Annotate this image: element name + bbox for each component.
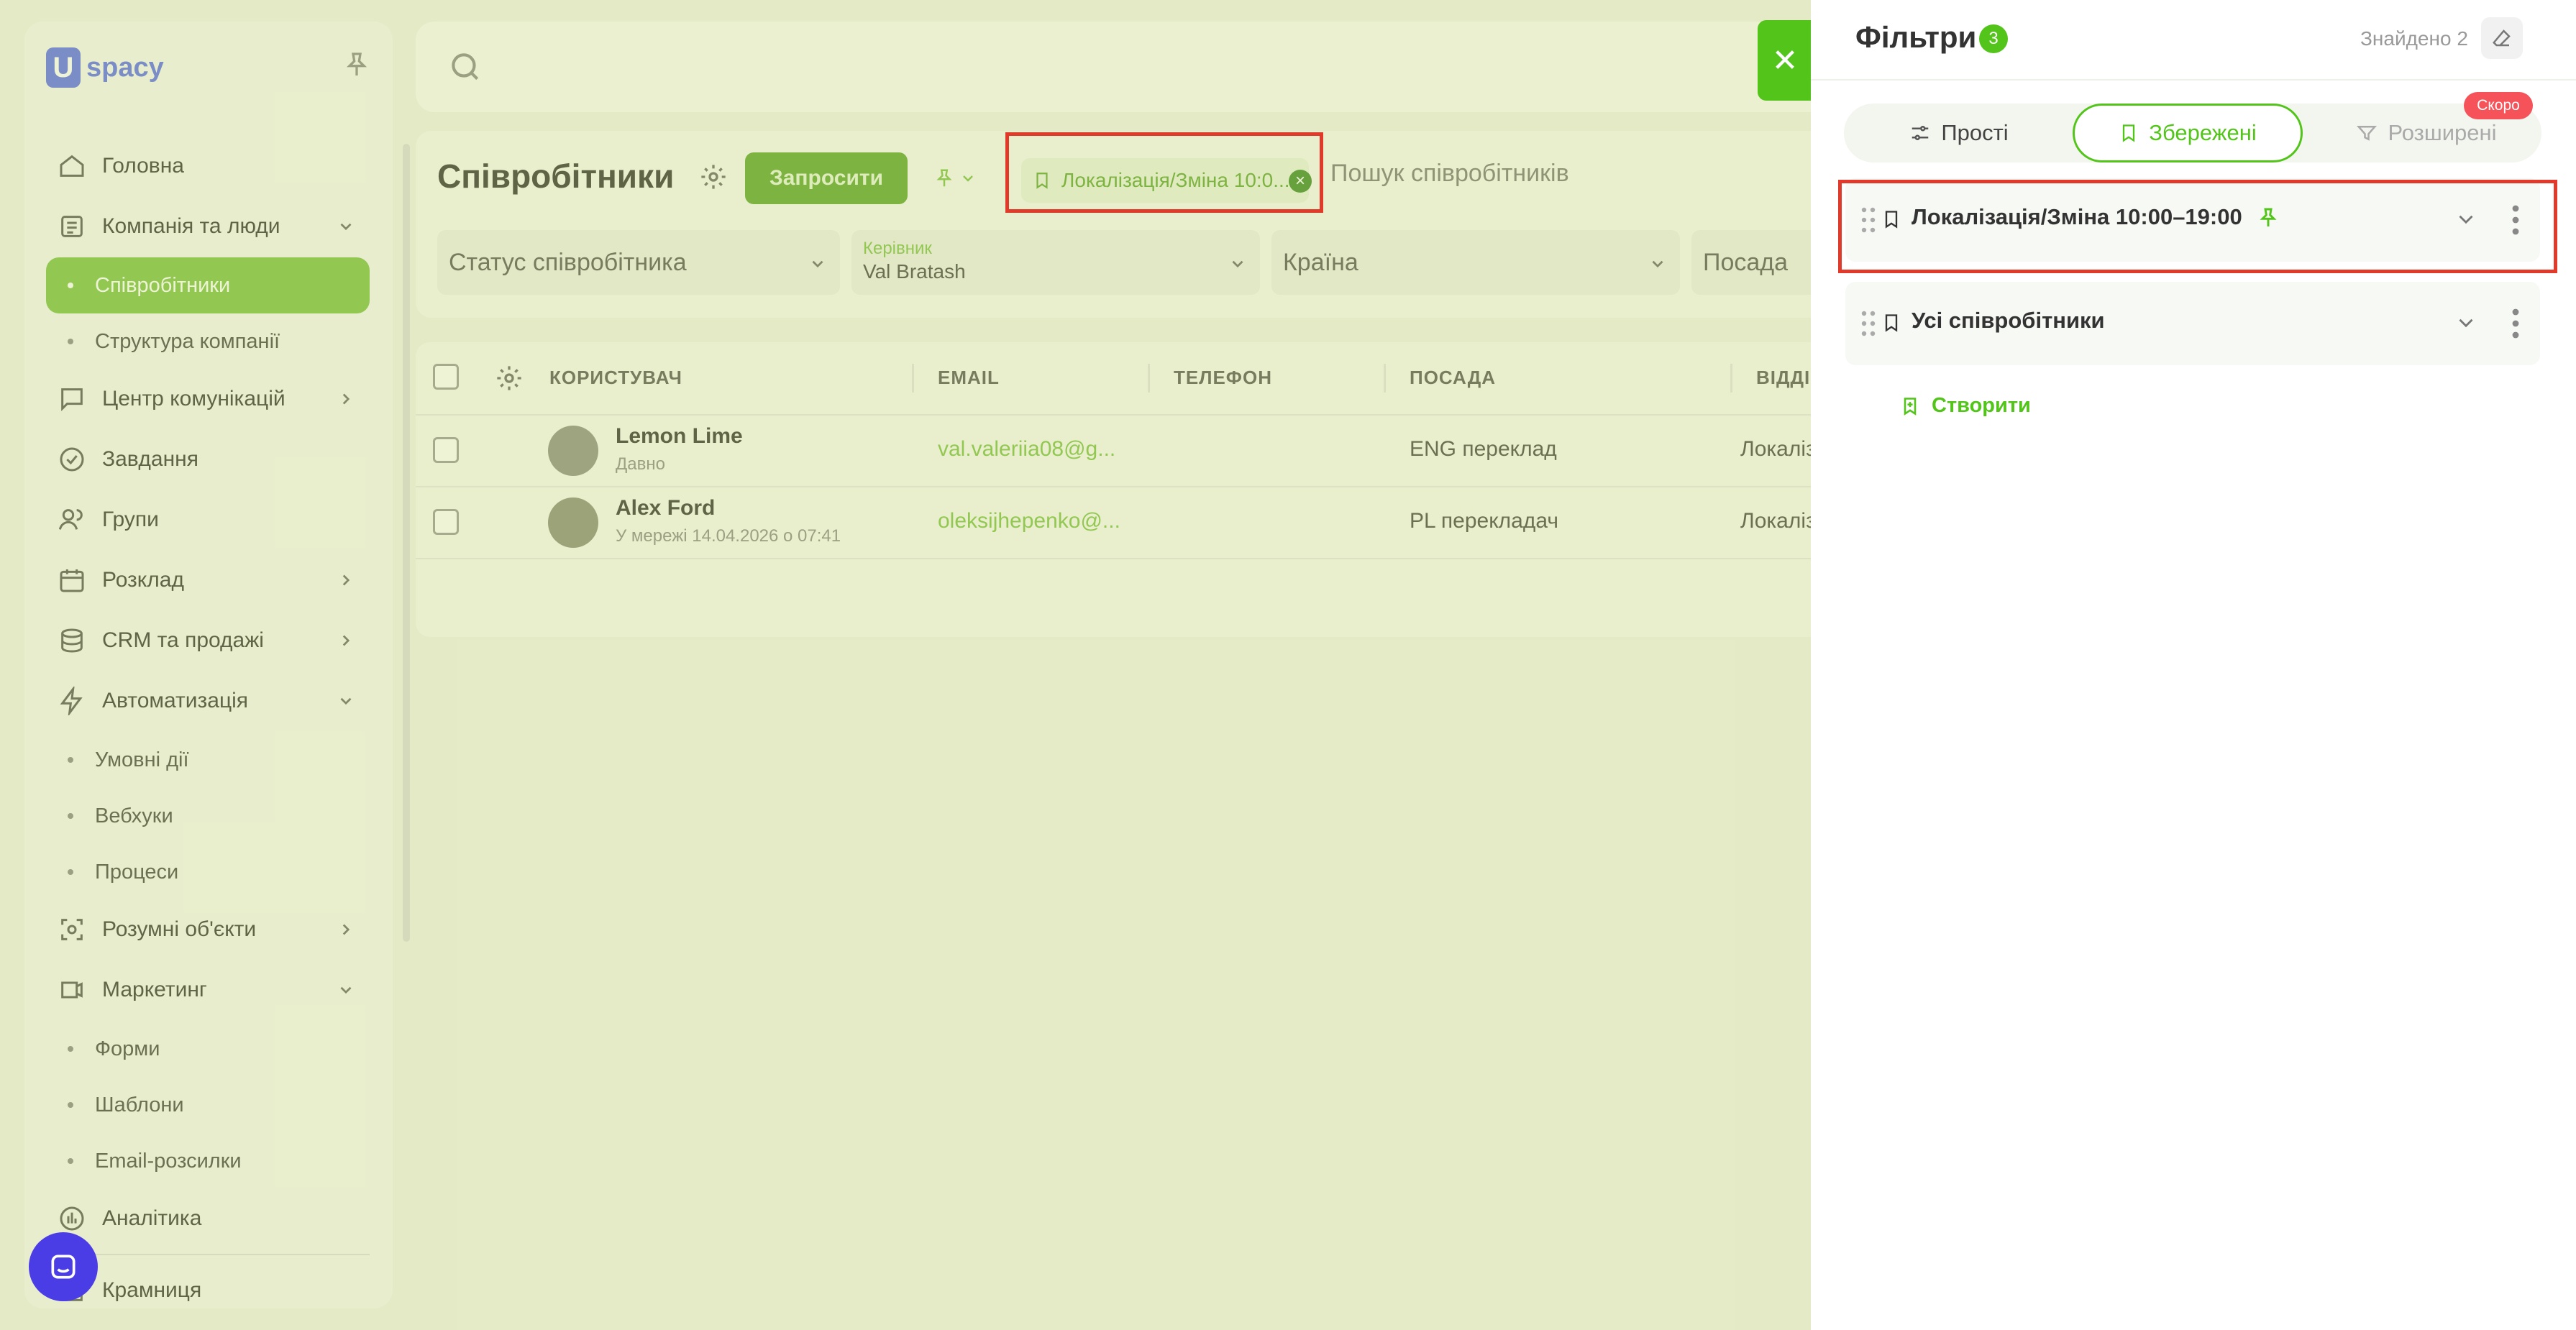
found-count: Знайдено 2 xyxy=(2360,27,2468,50)
bookmark-icon xyxy=(2123,124,2135,142)
panel-header: Фільтри 3 Знайдено 2 xyxy=(1811,0,2576,81)
filter-tabs: Прості Збережені Розширені xyxy=(1844,104,2541,162)
bookmark-icon xyxy=(1885,314,1898,332)
chat-icon xyxy=(51,1255,76,1279)
create-filter-button[interactable]: Створити xyxy=(1900,394,2031,418)
tab-simple[interactable]: Прості xyxy=(1873,104,2045,162)
clear-filters-button[interactable] xyxy=(2481,17,2523,59)
tab-label: Розширені xyxy=(2388,120,2497,145)
close-panel-button[interactable]: ✕ xyxy=(1758,20,1812,101)
filter-count-badge: 3 xyxy=(1979,24,2008,53)
saved-filter-item[interactable]: Усі співробітники xyxy=(1845,282,2540,365)
app-background: U spacy Головна Компанія та люди Співроб… xyxy=(0,0,1854,1330)
drag-handle-icon[interactable] xyxy=(1861,311,1876,336)
bookmark-plus-icon xyxy=(1904,397,1917,416)
chat-support-button[interactable] xyxy=(29,1232,98,1301)
eraser-icon xyxy=(2493,29,2511,47)
advanced-filter-icon xyxy=(2357,126,2378,141)
create-filter-label: Створити xyxy=(1932,394,2031,417)
tab-label: Прості xyxy=(1941,120,2009,145)
saved-filter-name: Усі співробітники xyxy=(1912,308,2105,333)
more-vertical-icon[interactable] xyxy=(2508,308,2523,339)
tab-label: Збережені xyxy=(2149,120,2257,145)
close-icon: ✕ xyxy=(1771,42,1799,78)
chevron-down-icon[interactable] xyxy=(2454,311,2478,335)
highlight-box xyxy=(1005,132,1323,213)
tab-saved[interactable]: Збережені xyxy=(2073,104,2303,162)
soon-badge: Скоро xyxy=(2464,92,2533,119)
panel-title: Фільтри xyxy=(1855,20,1977,54)
filters-panel: Фільтри 3 Знайдено 2 Прості Збережені Ро… xyxy=(1811,0,2576,1330)
highlight-box xyxy=(1838,180,2557,273)
sliders-icon xyxy=(1912,126,1929,140)
modal-overlay[interactable] xyxy=(0,0,1811,1330)
